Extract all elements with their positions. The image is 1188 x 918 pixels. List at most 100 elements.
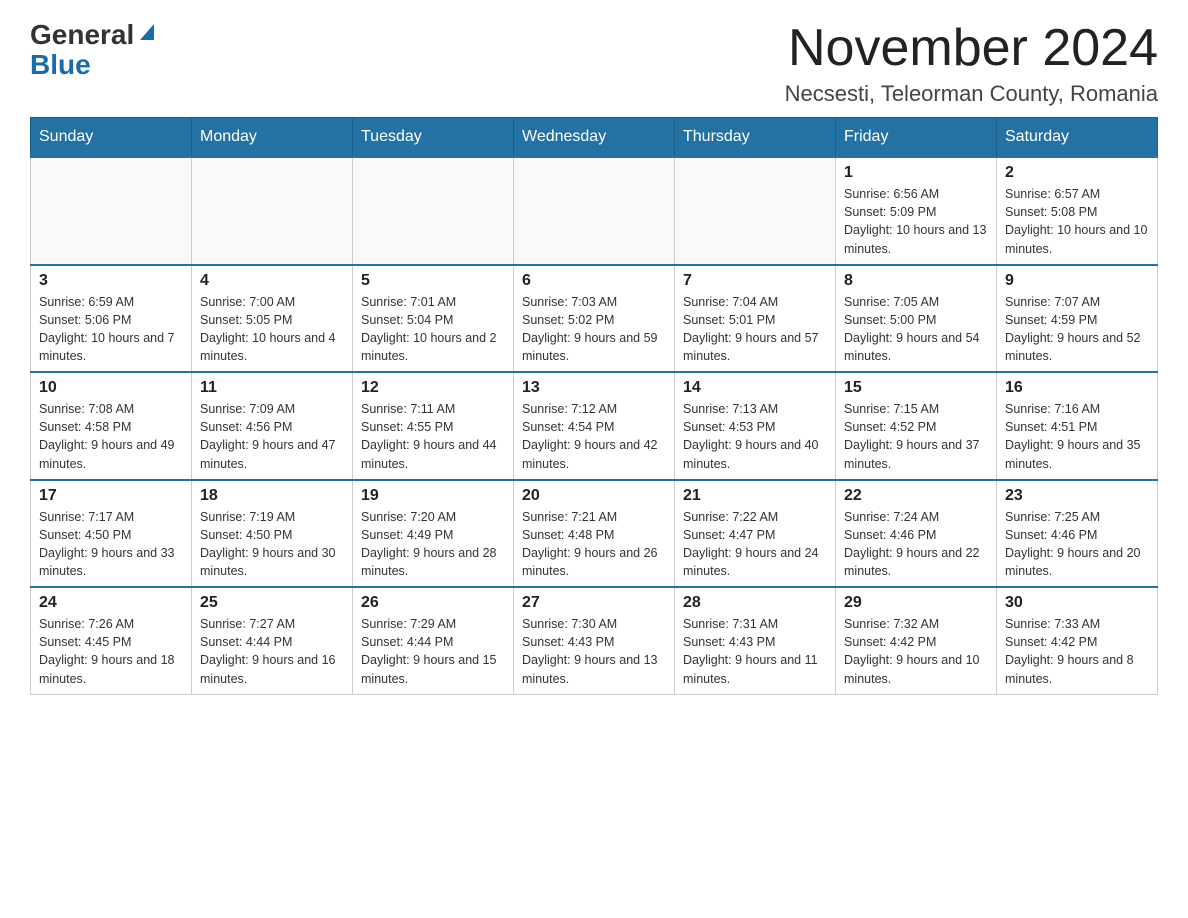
table-row: 21 Sunrise: 7:22 AMSunset: 4:47 PMDayligh… [675, 480, 836, 588]
day-info: Sunrise: 7:01 AMSunset: 5:04 PMDaylight:… [361, 293, 505, 366]
table-row [353, 157, 514, 265]
calendar-week-row: 17 Sunrise: 7:17 AMSunset: 4:50 PMDayligh… [31, 480, 1158, 588]
day-info: Sunrise: 7:03 AMSunset: 5:02 PMDaylight:… [522, 293, 666, 366]
day-number: 29 [844, 594, 988, 612]
day-info: Sunrise: 7:30 AMSunset: 4:43 PMDaylight:… [522, 615, 666, 688]
day-info: Sunrise: 7:00 AMSunset: 5:05 PMDaylight:… [200, 293, 344, 366]
day-number: 13 [522, 379, 666, 397]
table-row [31, 157, 192, 265]
day-info: Sunrise: 7:05 AMSunset: 5:00 PMDaylight:… [844, 293, 988, 366]
table-row: 11Sunrise: 7:09 AMSunset: 4:56 PMDayligh… [192, 372, 353, 480]
day-info: Sunrise: 7:16 AMSunset: 4:51 PMDaylight:… [1005, 400, 1149, 473]
table-row: 7 Sunrise: 7:04 AMSunset: 5:01 PMDaylight… [675, 265, 836, 373]
title-section: November 2024 Necsesti, Teleorman County… [785, 20, 1158, 107]
day-number: 10 [39, 379, 183, 397]
month-title: November 2024 [785, 20, 1158, 77]
day-number: 25 [200, 594, 344, 612]
calendar-table: Sunday Monday Tuesday Wednesday Thursday… [30, 117, 1158, 695]
day-number: 2 [1005, 164, 1149, 182]
table-row: 15 Sunrise: 7:15 AMSunset: 4:52 PMDayligh… [836, 372, 997, 480]
table-row: 10 Sunrise: 7:08 AMSunset: 4:58 PMDayligh… [31, 372, 192, 480]
day-number: 18 [200, 487, 344, 505]
table-row: 20Sunrise: 7:21 AMSunset: 4:48 PMDayligh… [514, 480, 675, 588]
day-number: 6 [522, 272, 666, 290]
location-subtitle: Necsesti, Teleorman County, Romania [785, 81, 1158, 107]
day-info: Sunrise: 6:57 AMSunset: 5:08 PMDaylight:… [1005, 185, 1149, 258]
day-info: Sunrise: 7:12 AMSunset: 4:54 PMDaylight:… [522, 400, 666, 473]
table-row: 22Sunrise: 7:24 AMSunset: 4:46 PMDayligh… [836, 480, 997, 588]
calendar-week-row: 1Sunrise: 6:56 AMSunset: 5:09 PMDaylight… [31, 157, 1158, 265]
day-info: Sunrise: 7:33 AMSunset: 4:42 PMDaylight:… [1005, 615, 1149, 688]
table-row: 3 Sunrise: 6:59 AMSunset: 5:06 PMDaylight… [31, 265, 192, 373]
table-row: 14 Sunrise: 7:13 AMSunset: 4:53 PMDayligh… [675, 372, 836, 480]
logo: General Blue [30, 20, 158, 81]
table-row: 12 Sunrise: 7:11 AMSunset: 4:55 PMDayligh… [353, 372, 514, 480]
day-number: 1 [844, 164, 988, 182]
day-info: Sunrise: 7:26 AMSunset: 4:45 PMDaylight:… [39, 615, 183, 688]
day-info: Sunrise: 7:31 AMSunset: 4:43 PMDaylight:… [683, 615, 827, 688]
day-info: Sunrise: 7:11 AMSunset: 4:55 PMDaylight:… [361, 400, 505, 473]
table-row [675, 157, 836, 265]
table-row: 26 Sunrise: 7:29 AMSunset: 4:44 PMDayligh… [353, 587, 514, 694]
table-row: 13 Sunrise: 7:12 AMSunset: 4:54 PMDayligh… [514, 372, 675, 480]
day-number: 7 [683, 272, 827, 290]
day-info: Sunrise: 7:13 AMSunset: 4:53 PMDaylight:… [683, 400, 827, 473]
day-info: Sunrise: 7:25 AMSunset: 4:46 PMDaylight:… [1005, 508, 1149, 581]
page-header: General Blue November 2024 Necsesti, Tel… [30, 20, 1158, 107]
day-number: 8 [844, 272, 988, 290]
table-row: 29Sunrise: 7:32 AMSunset: 4:42 PMDayligh… [836, 587, 997, 694]
header-saturday: Saturday [997, 118, 1158, 158]
day-number: 14 [683, 379, 827, 397]
day-info: Sunrise: 7:08 AMSunset: 4:58 PMDaylight:… [39, 400, 183, 473]
header-thursday: Thursday [675, 118, 836, 158]
day-number: 15 [844, 379, 988, 397]
day-info: Sunrise: 6:59 AMSunset: 5:06 PMDaylight:… [39, 293, 183, 366]
day-info: Sunrise: 7:07 AMSunset: 4:59 PMDaylight:… [1005, 293, 1149, 366]
day-number: 19 [361, 487, 505, 505]
day-info: Sunrise: 7:20 AMSunset: 4:49 PMDaylight:… [361, 508, 505, 581]
logo-general: General [30, 21, 134, 49]
day-number: 30 [1005, 594, 1149, 612]
day-info: Sunrise: 7:17 AMSunset: 4:50 PMDaylight:… [39, 508, 183, 581]
header-friday: Friday [836, 118, 997, 158]
table-row: 1Sunrise: 6:56 AMSunset: 5:09 PMDaylight… [836, 157, 997, 265]
table-row: 16 Sunrise: 7:16 AMSunset: 4:51 PMDayligh… [997, 372, 1158, 480]
table-row: 30 Sunrise: 7:33 AMSunset: 4:42 PMDayligh… [997, 587, 1158, 694]
day-number: 12 [361, 379, 505, 397]
table-row: 18 Sunrise: 7:19 AMSunset: 4:50 PMDayligh… [192, 480, 353, 588]
table-row: 9Sunrise: 7:07 AMSunset: 4:59 PMDaylight… [997, 265, 1158, 373]
logo-triangle-icon [136, 20, 158, 42]
day-number: 3 [39, 272, 183, 290]
day-number: 26 [361, 594, 505, 612]
day-info: Sunrise: 7:19 AMSunset: 4:50 PMDaylight:… [200, 508, 344, 581]
day-info: Sunrise: 7:22 AMSunset: 4:47 PMDaylight:… [683, 508, 827, 581]
day-number: 4 [200, 272, 344, 290]
day-number: 16 [1005, 379, 1149, 397]
day-number: 21 [683, 487, 827, 505]
table-row: 4 Sunrise: 7:00 AMSunset: 5:05 PMDaylight… [192, 265, 353, 373]
day-info: Sunrise: 7:04 AMSunset: 5:01 PMDaylight:… [683, 293, 827, 366]
table-row: 6 Sunrise: 7:03 AMSunset: 5:02 PMDaylight… [514, 265, 675, 373]
table-row: 17 Sunrise: 7:17 AMSunset: 4:50 PMDayligh… [31, 480, 192, 588]
day-number: 24 [39, 594, 183, 612]
day-number: 27 [522, 594, 666, 612]
day-info: Sunrise: 7:24 AMSunset: 4:46 PMDaylight:… [844, 508, 988, 581]
table-row: 24 Sunrise: 7:26 AMSunset: 4:45 PMDayligh… [31, 587, 192, 694]
header-sunday: Sunday [31, 118, 192, 158]
day-number: 5 [361, 272, 505, 290]
day-info: Sunrise: 7:15 AMSunset: 4:52 PMDaylight:… [844, 400, 988, 473]
day-info: Sunrise: 7:27 AMSunset: 4:44 PMDaylight:… [200, 615, 344, 688]
day-info: Sunrise: 7:29 AMSunset: 4:44 PMDaylight:… [361, 615, 505, 688]
day-number: 17 [39, 487, 183, 505]
calendar-week-row: 24 Sunrise: 7:26 AMSunset: 4:45 PMDayligh… [31, 587, 1158, 694]
table-row: 25 Sunrise: 7:27 AMSunset: 4:44 PMDayligh… [192, 587, 353, 694]
day-number: 28 [683, 594, 827, 612]
table-row [514, 157, 675, 265]
table-row: 5 Sunrise: 7:01 AMSunset: 5:04 PMDaylight… [353, 265, 514, 373]
table-row: 27 Sunrise: 7:30 AMSunset: 4:43 PMDayligh… [514, 587, 675, 694]
calendar-week-row: 3 Sunrise: 6:59 AMSunset: 5:06 PMDaylight… [31, 265, 1158, 373]
header-monday: Monday [192, 118, 353, 158]
table-row: 8 Sunrise: 7:05 AMSunset: 5:00 PMDaylight… [836, 265, 997, 373]
header-wednesday: Wednesday [514, 118, 675, 158]
table-row: 2 Sunrise: 6:57 AMSunset: 5:08 PMDaylight… [997, 157, 1158, 265]
